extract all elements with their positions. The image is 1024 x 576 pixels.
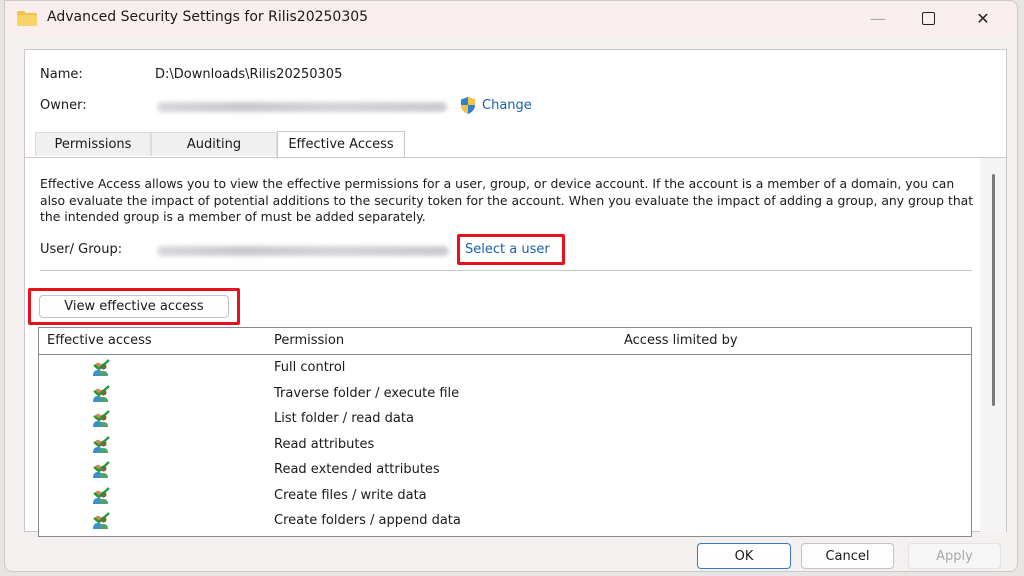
table-header: Effective access Permission Access limit… — [39, 328, 971, 355]
apply-button[interactable]: Apply — [908, 543, 1001, 569]
select-a-user-link[interactable]: Select a user — [465, 242, 550, 257]
advanced-security-settings-window: Advanced Security Settings for Rilis2025… — [4, 0, 1018, 572]
allowed-user-check-icon — [93, 461, 110, 478]
permission-name: Read attributes — [274, 436, 375, 452]
allowed-user-check-icon — [93, 435, 110, 453]
allowed-user-check-icon — [93, 359, 110, 376]
window-title: Advanced Security Settings for Rilis2025… — [47, 9, 369, 25]
allowed-user-check-icon — [93, 512, 110, 529]
table-row[interactable]: Create folders / append data — [39, 509, 971, 534]
owner-value-redacted — [157, 102, 447, 112]
tab-auditing[interactable]: Auditing — [151, 132, 277, 156]
folder-icon — [17, 11, 37, 26]
vertical-scrollbar[interactable] — [980, 158, 1006, 532]
table-row[interactable]: Read attributes — [39, 433, 971, 458]
allowed-user-check-icon — [93, 410, 110, 427]
maximize-icon — [921, 11, 935, 25]
permission-name: Full control — [274, 360, 346, 375]
table-row[interactable]: Read extended attributes — [39, 458, 971, 483]
cancel-button[interactable]: Cancel — [801, 543, 894, 569]
user-group-label: User/ Group: — [40, 242, 123, 257]
allowed-user-check-icon — [93, 384, 110, 402]
permission-name: List folder / read data — [274, 411, 414, 426]
change-owner-link[interactable]: Change — [482, 98, 532, 113]
close-button[interactable]: ✕ — [960, 1, 1006, 35]
ok-button[interactable]: OK — [697, 543, 791, 569]
owner-label: Owner: — [40, 98, 87, 113]
tab-permissions[interactable]: Permissions — [35, 132, 151, 156]
title-bar[interactable]: Advanced Security Settings for Rilis2025… — [5, 1, 1017, 35]
maximize-button[interactable] — [905, 1, 951, 35]
permission-name: Create files / write data — [274, 487, 427, 503]
permission-name: Read extended attributes — [274, 462, 440, 477]
table-row[interactable]: List folder / read data — [39, 407, 971, 432]
tab-divider — [25, 157, 1006, 158]
name-label: Name: — [40, 67, 83, 82]
minimize-icon: — — [870, 8, 886, 28]
permission-name: Create folders / append data — [274, 513, 461, 528]
column-header-effective-access[interactable]: Effective access — [47, 333, 152, 348]
tab-effective-access[interactable]: Effective Access — [277, 131, 405, 157]
table-row[interactable]: Full control — [39, 356, 971, 381]
settings-panel: Name: D:\Downloads\Rilis20250305 Owner: … — [24, 49, 1007, 537]
scrollbar-thumb[interactable] — [992, 174, 995, 406]
effective-access-description: Effective Access allows you to view the … — [40, 176, 974, 224]
uac-shield-icon — [461, 97, 475, 114]
table-row[interactable]: Traverse folder / execute file — [39, 382, 971, 407]
section-separator — [40, 270, 972, 271]
view-effective-access-button[interactable]: View effective access — [39, 295, 229, 318]
permission-name: Traverse folder / execute file — [274, 385, 460, 401]
close-icon: ✕ — [976, 8, 990, 28]
table-row[interactable]: Create files / write data — [39, 484, 971, 509]
user-group-value-redacted — [157, 246, 449, 256]
column-header-access-limited-by[interactable]: Access limited by — [624, 333, 738, 348]
minimize-button[interactable]: — — [855, 1, 901, 35]
effective-access-table: Effective access Permission Access limit… — [38, 327, 972, 537]
allowed-user-check-icon — [93, 486, 110, 504]
column-header-permission[interactable]: Permission — [274, 333, 344, 348]
name-value: D:\Downloads\Rilis20250305 — [155, 67, 343, 82]
